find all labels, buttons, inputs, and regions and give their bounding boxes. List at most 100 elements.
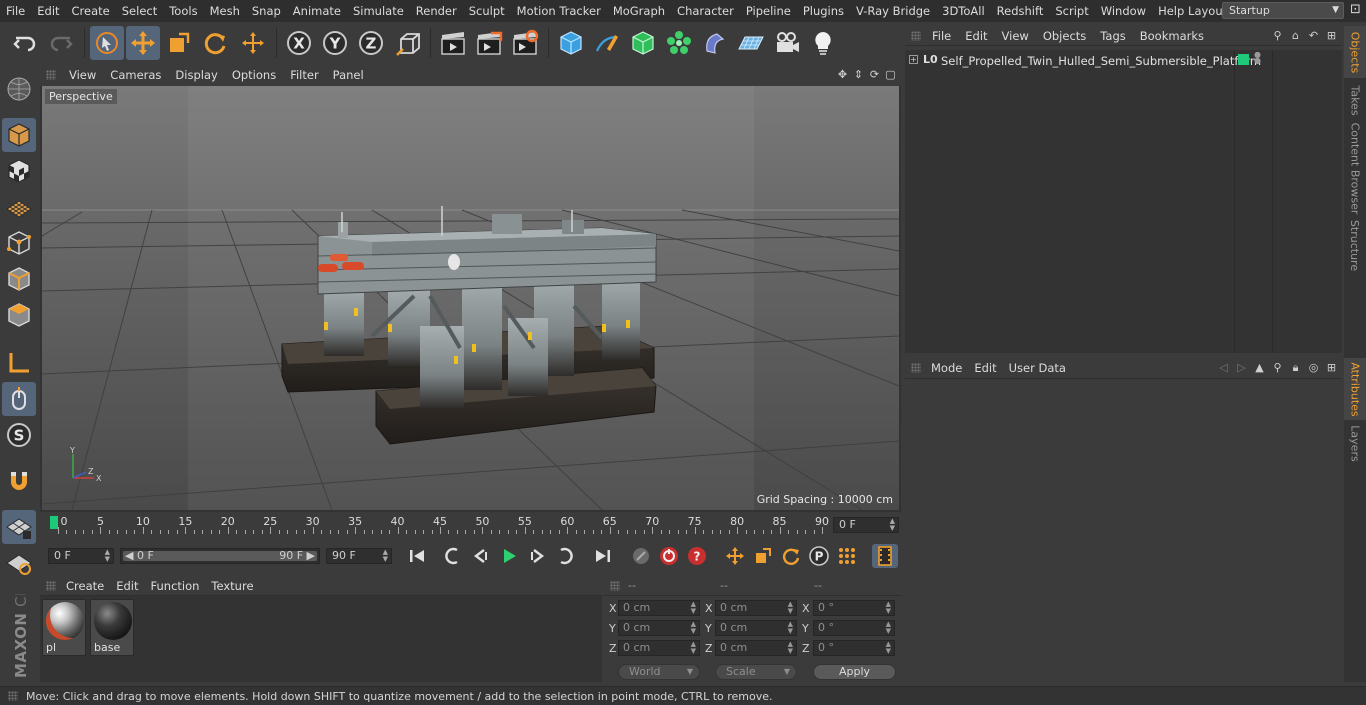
search-icon[interactable]: ⚲ [1271, 29, 1284, 42]
go-to-next-frame-button[interactable] [524, 544, 550, 568]
maximize-view-icon[interactable]: ▢ [884, 68, 897, 81]
timeline-window-button[interactable] [872, 544, 898, 568]
viewport-menu-options[interactable]: Options [225, 68, 283, 82]
panel-grip-icon[interactable] [911, 363, 921, 373]
axis-mode-button[interactable] [2, 346, 36, 380]
material-menu-edit[interactable]: Edit [110, 579, 144, 593]
y-axis-lock-button[interactable]: Y [318, 26, 352, 60]
add-deformer-button[interactable] [698, 26, 732, 60]
menu-file[interactable]: File [0, 4, 31, 18]
z-axis-lock-button[interactable]: Z [354, 26, 388, 60]
menu-3dtoall[interactable]: 3DToAll [936, 4, 991, 18]
up-arrow-icon[interactable]: ▲ [1253, 361, 1266, 374]
attributes-menu-edit[interactable]: Edit [968, 361, 1002, 375]
rotation-b-field[interactable]: 0 ° ▲ ▼ [813, 640, 895, 656]
spinner-icon[interactable]: ▲ ▼ [886, 621, 891, 635]
object-menu-objects[interactable]: Objects [1036, 29, 1093, 43]
menu-mesh[interactable]: Mesh [204, 4, 246, 18]
record-scale-button[interactable] [750, 544, 776, 568]
polygons-mode-button[interactable] [2, 298, 36, 332]
menu-simulate[interactable]: Simulate [347, 4, 410, 18]
max-time-field[interactable]: 90 F ▲ ▼ [326, 548, 392, 564]
size-y-field[interactable]: 0 cm ▲ ▼ [715, 620, 797, 636]
menu-render[interactable]: Render [410, 4, 463, 18]
layout-select[interactable]: Startup ▼ [1222, 2, 1344, 19]
orbit-icon[interactable]: ⟳ [868, 68, 881, 81]
tab-structure[interactable]: Structure [1344, 216, 1366, 274]
go-to-end-button[interactable] [590, 544, 616, 568]
viewport-menu-panel[interactable]: Panel [326, 68, 371, 82]
viewport-menu-display[interactable]: Display [168, 68, 224, 82]
go-to-previous-key-button[interactable] [440, 544, 466, 568]
apply-button[interactable]: Apply [813, 664, 896, 680]
recent-tools-button[interactable] [236, 26, 270, 60]
render-picture-viewer-button[interactable] [472, 26, 506, 60]
spinner-icon[interactable]: ▲ ▼ [788, 621, 793, 635]
home-icon[interactable]: ⌂ [1289, 29, 1302, 42]
size-z-field[interactable]: 0 cm ▲ ▼ [715, 640, 797, 656]
menu-motion-tracker[interactable]: Motion Tracker [511, 4, 607, 18]
expand-plus-icon[interactable]: + [909, 55, 918, 64]
tab-takes[interactable]: Takes [1344, 80, 1366, 120]
spinner-icon[interactable]: ▲ ▼ [691, 601, 696, 615]
viewport-camera-label[interactable]: Perspective [45, 89, 117, 104]
menu-select[interactable]: Select [116, 4, 163, 18]
x-axis-lock-button[interactable]: X [282, 26, 316, 60]
render-settings-button[interactable] [508, 26, 542, 60]
material-menu-texture[interactable]: Texture [205, 579, 259, 593]
object-menu-tags[interactable]: Tags [1093, 29, 1132, 43]
target-icon[interactable]: ◎ [1307, 361, 1320, 374]
move-tool-button[interactable] [126, 26, 160, 60]
viewport-menu-filter[interactable]: Filter [283, 68, 325, 82]
record-point-level-button[interactable] [834, 544, 860, 568]
timeline-ruler[interactable]: 0 5 10 15 20 25 30 35 40 45 50 55 60 65 70 75 80 85 90 0 F… [40, 512, 901, 538]
spinner-icon[interactable]: ▲ ▼ [691, 641, 696, 655]
scale-tool-button[interactable] [162, 26, 196, 60]
menu-create[interactable]: Create [66, 4, 116, 18]
tab-objects[interactable]: Objects [1344, 26, 1366, 78]
attributes-menu-user-data[interactable]: User Data [1003, 361, 1072, 375]
menu-animate[interactable]: Animate [287, 4, 347, 18]
rotation-p-field[interactable]: 0 ° ▲ ▼ [813, 620, 895, 636]
keyframe-selection-button[interactable]: ? [684, 544, 710, 568]
panel-grip-icon[interactable] [8, 691, 18, 701]
coordinate-space-dropdown[interactable]: World ▼ [618, 664, 700, 680]
min-time-field[interactable]: 0 F ▲ ▼ [48, 548, 114, 564]
points-mode-button[interactable] [2, 226, 36, 260]
menu-mograph[interactable]: MoGraph [607, 4, 671, 18]
current-frame-field[interactable]: 0 F ▲ ▼ [833, 517, 899, 533]
menu-sculpt[interactable]: Sculpt [463, 4, 511, 18]
close-window-icon[interactable]: ⊡ [1348, 3, 1363, 18]
solo-mode-button[interactable]: S [2, 418, 36, 452]
add-cube-button[interactable] [554, 26, 588, 60]
texture-mode-button[interactable] [2, 154, 36, 188]
add-floor-button[interactable] [734, 26, 768, 60]
size-mode-dropdown[interactable]: Scale ▼ [715, 664, 797, 680]
go-to-start-button[interactable] [404, 544, 430, 568]
spinner-icon[interactable]: ▲ ▼ [383, 549, 388, 563]
play-forwards-button[interactable] [496, 544, 522, 568]
menu-script[interactable]: Script [1049, 4, 1094, 18]
record-parameter-button[interactable]: P [806, 544, 832, 568]
record-rotation-button[interactable] [778, 544, 804, 568]
menu-redshift[interactable]: Redshift [991, 4, 1050, 18]
render-view-button[interactable] [436, 26, 470, 60]
planar-workplane-button[interactable] [2, 546, 36, 580]
material-menu-create[interactable]: Create [60, 579, 110, 593]
back-arrow-icon[interactable]: ◁ [1217, 361, 1230, 374]
viewport-canvas[interactable]: Y X Z Perspective Grid Spacing : 10000 c… [42, 86, 899, 510]
new-panel-icon[interactable]: ⊞ [1325, 361, 1338, 374]
menu-snap[interactable]: Snap [246, 4, 287, 18]
autokeying-button[interactable] [656, 544, 682, 568]
spinner-icon[interactable]: ▲ ▼ [890, 518, 895, 532]
layer-color-swatch[interactable] [1238, 54, 1249, 65]
record-keyframe-disabled-button[interactable] [628, 544, 654, 568]
menu-character[interactable]: Character [671, 4, 740, 18]
workplane-mode-button[interactable] [2, 190, 36, 224]
current-frame-marker[interactable] [50, 516, 58, 529]
menu-help[interactable]: Help [1152, 4, 1190, 18]
attributes-menu-mode[interactable]: Mode [925, 361, 968, 375]
snapping-button[interactable] [2, 464, 36, 498]
tab-content-browser[interactable]: Content Browser [1344, 122, 1366, 214]
position-y-field[interactable]: 0 cm ▲ ▼ [618, 620, 700, 636]
